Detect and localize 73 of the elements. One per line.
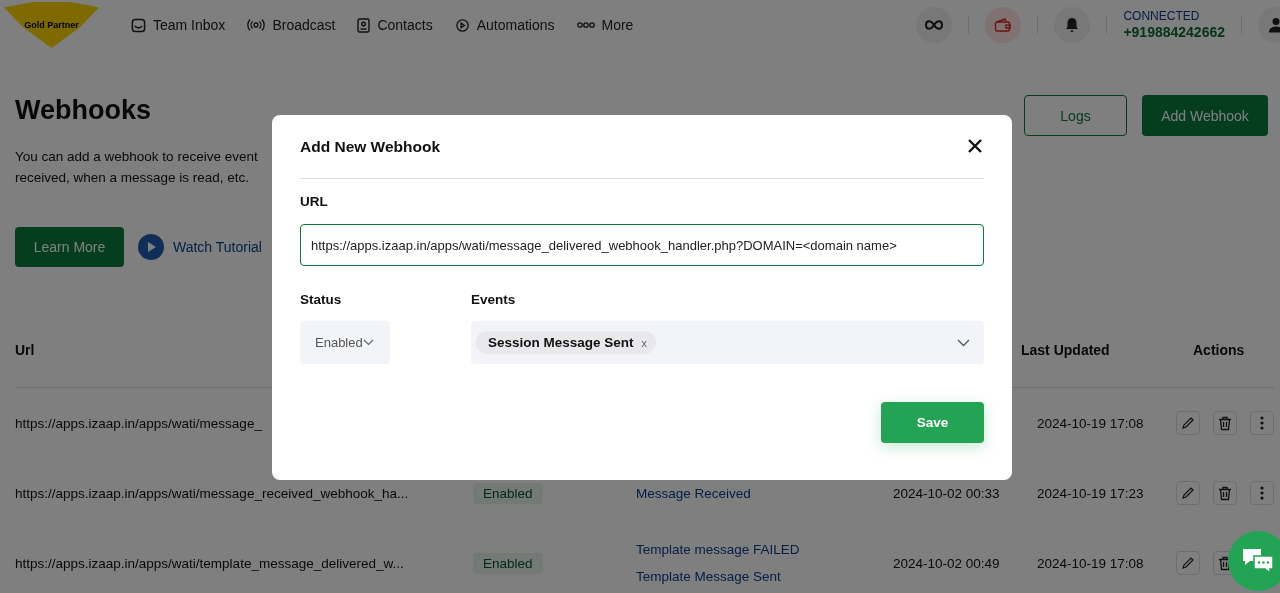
dialog-title: Add New Webhook [300,137,441,156]
column-header: Actions [1193,342,1245,358]
bell-icon [1065,17,1080,33]
events-dropdown[interactable]: Session Message Sent x [471,321,984,364]
infinity-icon [924,19,945,31]
meta-button[interactable] [916,7,953,43]
event-link[interactable]: Template message FAILED [636,542,800,557]
status-label: Enabled [473,482,543,504]
page-description: You can add a webhook to receive event received, when a message is read, etc. [15,148,259,187]
connection-status: CONNECTED [1123,9,1201,24]
trash-icon [1218,555,1232,571]
chevron-down-icon [957,338,970,347]
save-button[interactable]: Save [881,402,984,443]
add-webhook-button[interactable]: Add Webhook [1142,95,1268,136]
nav-item[interactable]: Contacts [357,17,433,33]
more-options-button[interactable] [1250,481,1274,505]
nav-item[interactable]: Automations [454,17,555,33]
broadcast-icon [247,18,266,32]
nav-item[interactable]: Broadcast [247,17,336,33]
edit-button[interactable] [1176,551,1200,575]
last-updated-cell: 2024-10-19 17:08 [1037,555,1144,571]
pencil-icon [1181,486,1195,500]
field-label: Events [471,292,517,307]
column-header: Url [15,342,35,358]
event-link[interactable]: Template Message Sent [636,569,781,584]
last-updated-cell: 2024-10-19 17:23 [1037,485,1144,501]
trash-icon [1218,485,1232,501]
badge-text: Gold Partner [24,20,79,30]
pencil-icon [1181,556,1195,570]
status-dropdown[interactable]: Enabled [300,321,390,364]
notifications-button[interactable] [1054,7,1091,43]
url-input-field[interactable]: https://apps.izaap.in/apps/wati/message_delivered_webhook_handler.php?DOMAIN=<domain name> [300,224,984,266]
wallet-button[interactable] [985,7,1022,43]
contacts-icon [357,17,371,33]
field-label: Status [300,292,343,307]
chat-bubbles-icon [1241,547,1275,575]
created-cell: 2024-10-02 00:33 [893,485,1000,501]
more-options-button[interactable] [1250,411,1274,435]
play-icon [138,234,164,260]
last-updated-cell: 2024-10-19 17:08 [1037,415,1144,431]
edit-button[interactable] [1176,411,1200,435]
nav-item[interactable]: Team Inbox [131,17,226,33]
more-icon [576,21,595,29]
url-cell: https://apps.izaap.in/apps/wati/template_message_delivered_w... [15,555,404,571]
nav-item[interactable]: More [576,17,634,33]
remove-tag-button[interactable]: x [641,336,648,349]
created-cell: 2024-10-02 00:49 [893,555,1000,571]
delete-button[interactable] [1213,411,1237,435]
close-icon [968,138,982,153]
url-cell: https://apps.izaap.in/apps/wati/message_received_webhook_ha... [15,485,409,501]
learn-more-button[interactable]: Learn More [15,227,124,267]
event-link[interactable]: Message Received [636,485,751,501]
pencil-icon [1181,416,1195,430]
user-icon [1268,17,1280,33]
status-label: Enabled [473,552,543,574]
kebab-icon [1260,486,1264,500]
phone-number: +919884242662 [1123,23,1225,41]
wallet-icon [994,17,1013,33]
chevron-down-icon [362,339,374,346]
field-label: URL [300,194,329,209]
trash-icon [1218,415,1232,431]
edit-button[interactable] [1176,481,1200,505]
url-cell: https://apps.izaap.in/apps/wati/message_ [15,415,262,431]
kebab-icon [1260,416,1264,430]
chat-button[interactable] [1228,531,1280,591]
inbox-icon [131,17,146,33]
close-button[interactable] [968,138,984,155]
event-tag: Session Message Sent x [476,331,657,354]
column-header: Last Updated [1021,342,1110,358]
watch-tutorial-link[interactable]: Watch Tutorial [138,234,262,260]
logs-button[interactable]: Logs [1024,95,1127,136]
delete-button[interactable] [1213,481,1237,505]
page-title: Webhooks [15,95,152,126]
